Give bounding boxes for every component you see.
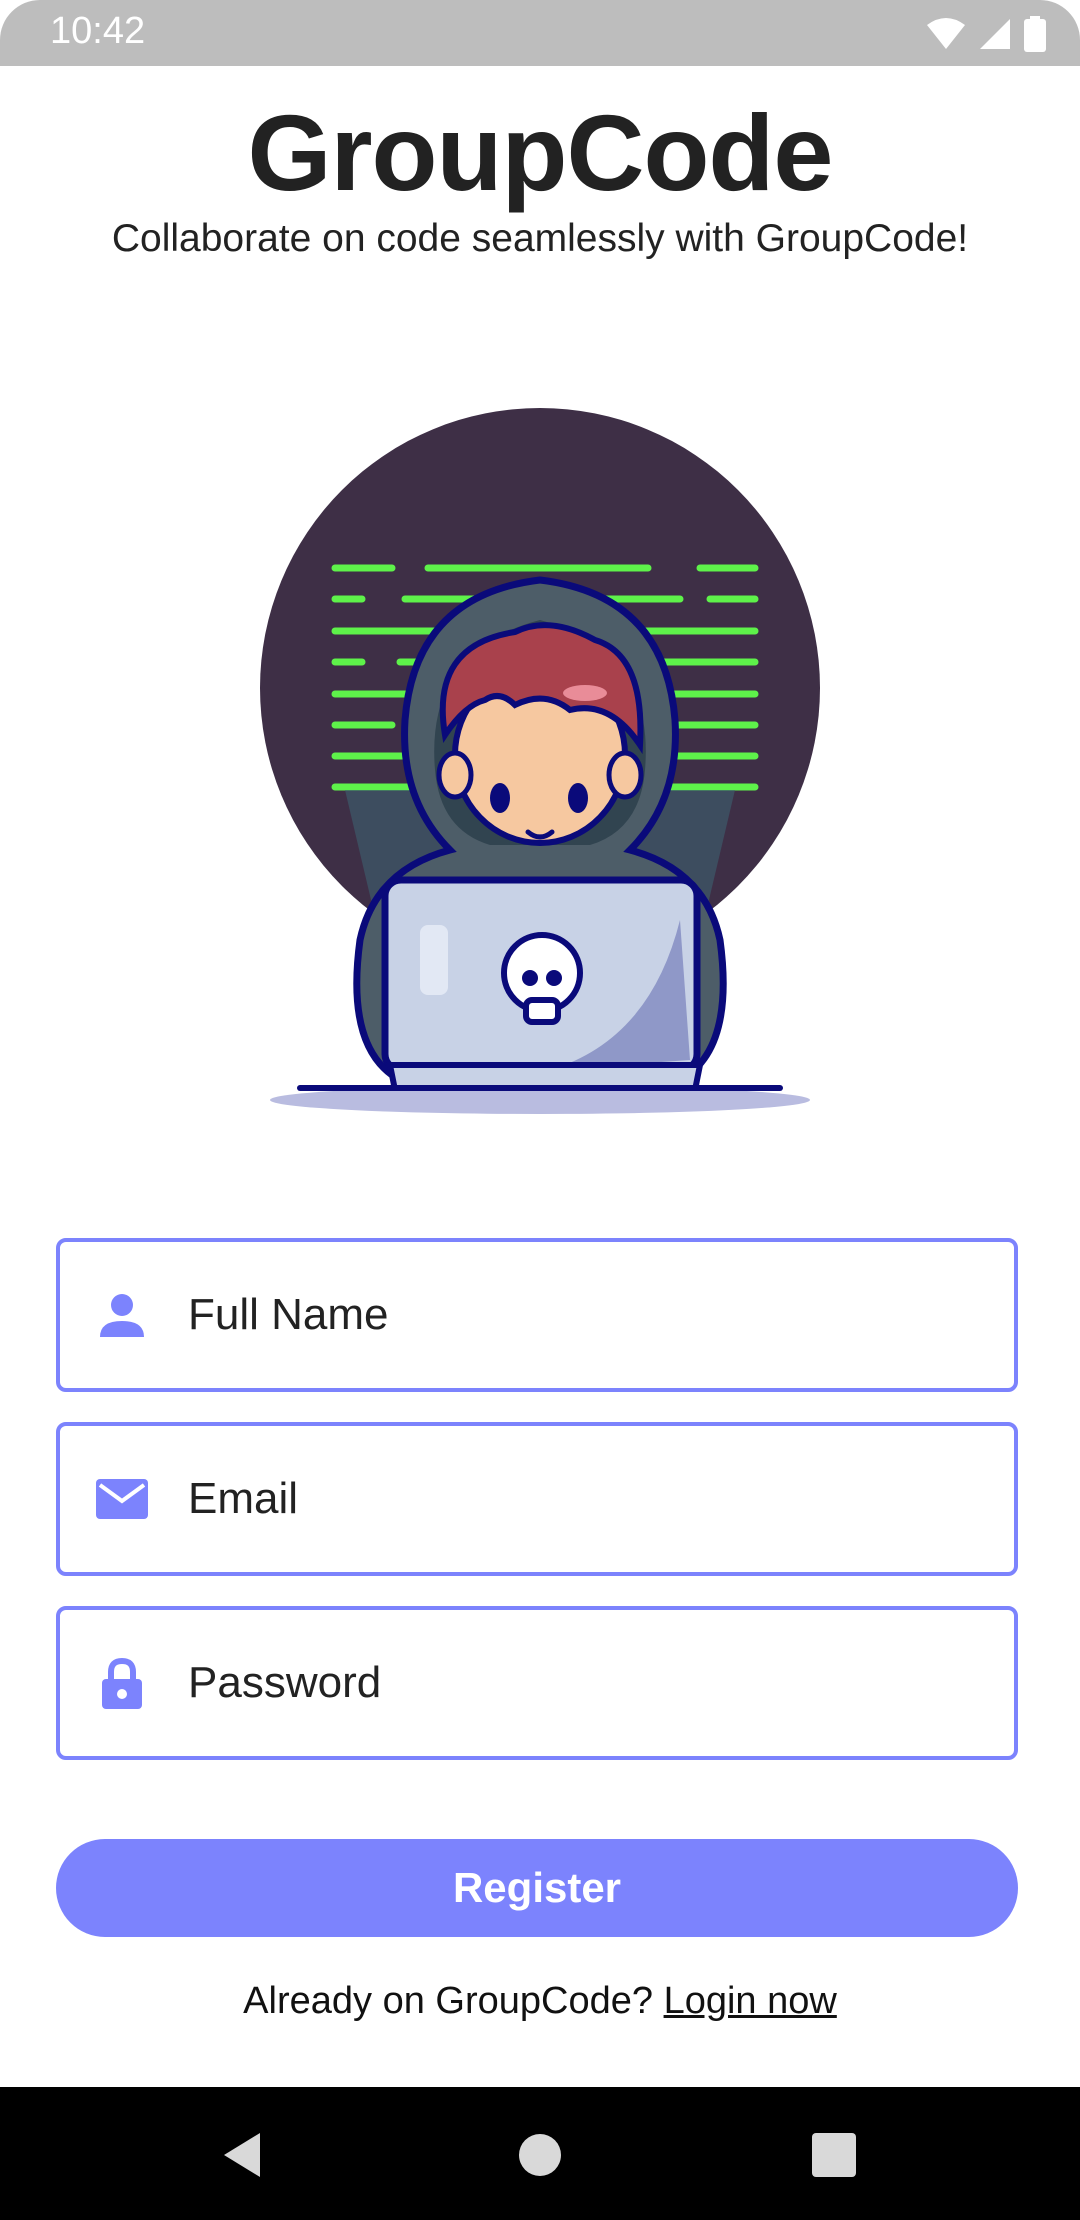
register-button[interactable]: Register (56, 1839, 1018, 1937)
lock-icon (102, 1657, 142, 1709)
app-subtitle: Collaborate on code seamlessly with Grou… (111, 217, 969, 260)
full-name-input[interactable] (188, 1242, 988, 1388)
person-icon (100, 1294, 144, 1337)
app-title: GroupCode (247, 92, 834, 213)
recents-icon[interactable] (806, 2127, 862, 2183)
login-now-link[interactable]: Login now (664, 1980, 837, 2022)
status-time: 10:42 (50, 10, 146, 52)
home-icon[interactable] (512, 2127, 568, 2183)
password-input[interactable] (188, 1610, 988, 1756)
login-prompt-row: Already on GroupCode? Login now (0, 1980, 1080, 2023)
full-name-field[interactable] (56, 1238, 1018, 1392)
email-input[interactable] (188, 1426, 988, 1572)
mail-icon (96, 1479, 148, 1519)
battery-icon (1024, 16, 1046, 52)
navigation-bar (0, 2087, 1080, 2220)
hacker-illustration (260, 408, 820, 1114)
wifi-icon (927, 18, 965, 49)
login-prompt-text: Already on GroupCode? (243, 1980, 653, 2022)
back-icon[interactable] (216, 2127, 272, 2183)
signal-icon (980, 19, 1010, 49)
password-field[interactable] (56, 1606, 1018, 1760)
email-field[interactable] (56, 1422, 1018, 1576)
status-icons (926, 14, 1046, 54)
status-bar: 10:42 (0, 0, 1080, 66)
